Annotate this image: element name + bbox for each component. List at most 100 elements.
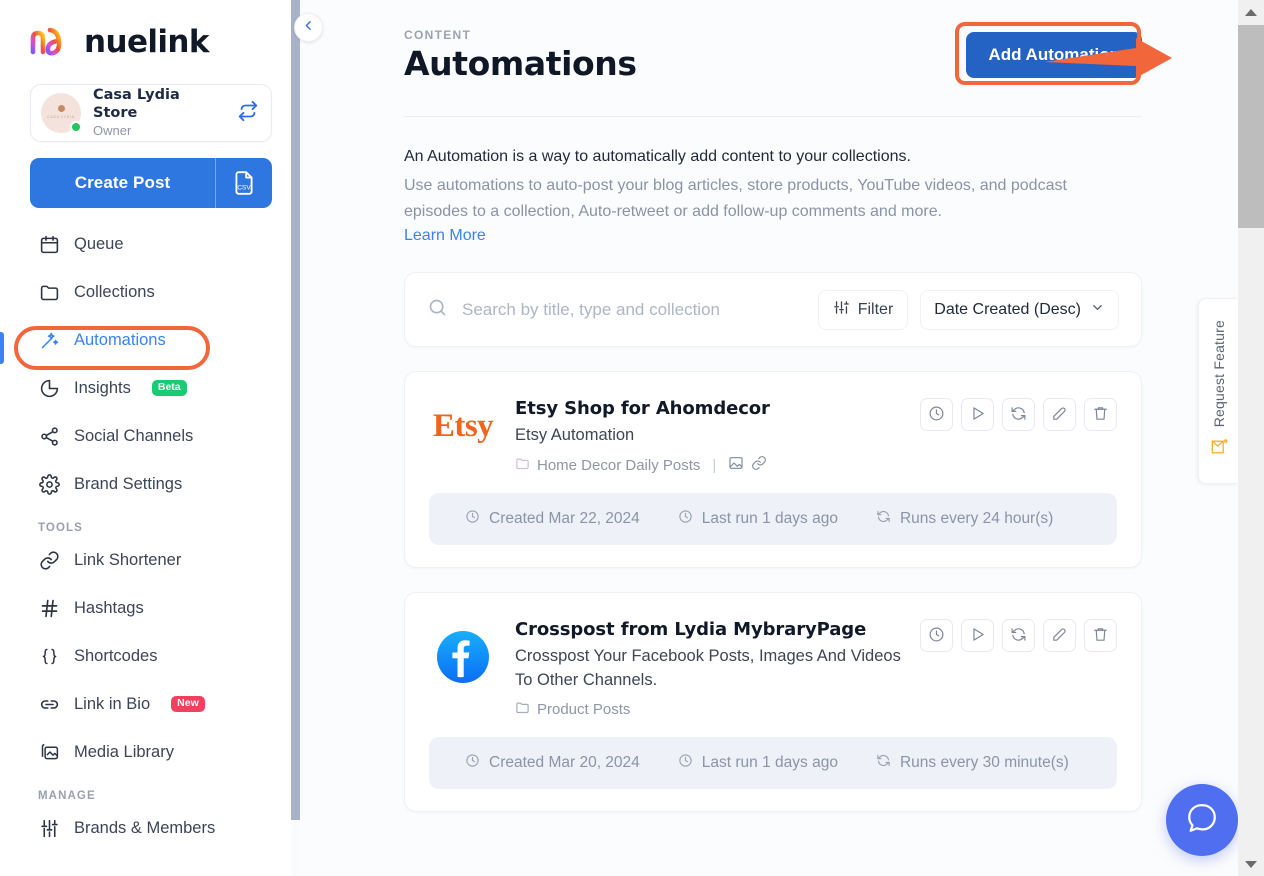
sidebar-item-label: Insights <box>74 378 131 397</box>
automation-card-top: Crosspost from Lydia MybraryPage Crosspo… <box>429 615 1117 719</box>
delete-trash-icon-button[interactable] <box>1084 619 1117 653</box>
sidebar-item-queue[interactable]: Queue <box>26 222 276 266</box>
window-scrollbar[interactable] <box>1238 0 1264 876</box>
clock-icon <box>465 509 480 529</box>
create-post-button[interactable]: Create Post CSV <box>30 158 272 208</box>
scroll-down-button[interactable] <box>1238 852 1264 876</box>
run-play-icon-button[interactable] <box>961 398 994 432</box>
search-field-group <box>427 297 818 323</box>
megaphone-send-icon <box>1209 437 1229 462</box>
chain-link-icon <box>38 693 60 715</box>
search-input[interactable] <box>462 299 818 320</box>
sidebar-item-brand-settings[interactable]: Brand Settings <box>26 462 276 506</box>
switch-accounts-icon[interactable] <box>237 100 259 127</box>
sidebar-item-label: Shortcodes <box>74 646 158 665</box>
sidebar-item-label: Media Library <box>74 742 174 761</box>
sidebar-section-tools: TOOLS <box>38 522 83 534</box>
automation-last-run: Last run 1 days ago <box>678 509 838 529</box>
chevron-left-icon <box>302 19 315 37</box>
sidebar-item-label: Queue <box>74 234 124 253</box>
sidebar-item-shortcodes[interactable]: Shortcodes <box>26 634 276 678</box>
help-chat-button[interactable] <box>1166 784 1238 856</box>
sidebar-item-hashtags[interactable]: Hashtags <box>26 586 276 630</box>
sync-refresh-icon-button[interactable] <box>1002 619 1035 653</box>
avatar: CASA LYDIA <box>41 93 82 133</box>
delete-trash-icon <box>1092 405 1109 425</box>
automation-created-text: Created Mar 22, 2024 <box>489 510 640 528</box>
automation-card-body: Etsy Shop for Ahomdecor Etsy Automation … <box>515 394 902 475</box>
online-status-dot <box>70 121 82 133</box>
sync-refresh-icon <box>876 509 891 529</box>
automation-subtitle: Etsy Automation <box>515 426 635 445</box>
sidebar-item-label: Hashtags <box>74 598 144 617</box>
history-clock-icon-button[interactable] <box>920 398 953 432</box>
sort-dropdown[interactable]: Date Created (Desc) <box>920 289 1119 330</box>
automation-actions <box>920 615 1117 719</box>
app-logo[interactable]: nuelink <box>0 0 300 62</box>
divider-pipe: | <box>712 456 717 474</box>
chevron-down-icon <box>1245 860 1257 868</box>
sidebar-item-social-channels[interactable]: Social Channels <box>26 414 276 458</box>
nuelink-mark-icon <box>28 22 74 62</box>
sliders-icon <box>38 817 60 839</box>
window-scrollbar-thumb[interactable] <box>1238 25 1264 228</box>
hashtag-icon <box>38 597 60 619</box>
filter-label: Filter <box>857 300 894 318</box>
sidebar-item-collections[interactable]: Collections <box>26 270 276 314</box>
sidebar-scrollbar[interactable] <box>291 0 300 876</box>
scroll-up-button[interactable] <box>1238 0 1264 24</box>
sidebar-item-insights[interactable]: Insights Beta <box>26 366 276 410</box>
automation-meta-bar: Created Mar 22, 2024 Last run 1 days ago… <box>429 493 1117 546</box>
sidebar-item-brands-members[interactable]: Brands & Members <box>26 806 276 850</box>
automation-created-text: Created Mar 20, 2024 <box>489 754 640 772</box>
sidebar-item-automations[interactable]: Automations <box>26 318 276 362</box>
app-root: nuelink CASA LYDIA Casa Lydia Store Owne… <box>0 0 1264 876</box>
request-feature-label: Request Feature <box>1210 319 1227 428</box>
edit-pencil-icon <box>1051 405 1068 425</box>
sidebar-item-link-shortener[interactable]: Link Shortener <box>26 538 276 582</box>
sidebar-item-link-in-bio[interactable]: Link in Bio New <box>26 682 276 726</box>
request-feature-tab[interactable]: Request Feature <box>1198 298 1238 484</box>
brand-name: Casa Lydia Store <box>93 86 180 122</box>
filter-button[interactable]: Filter <box>817 289 909 330</box>
sync-refresh-icon <box>1010 626 1027 646</box>
link-icon[interactable] <box>751 455 767 475</box>
run-play-icon <box>969 626 986 646</box>
image-icon[interactable] <box>728 455 744 475</box>
clock-icon <box>465 753 480 773</box>
sidebar-scrollbar-thumb[interactable] <box>291 0 300 820</box>
sidebar-item-label: Brand Settings <box>74 474 183 493</box>
run-play-icon-button[interactable] <box>961 619 994 653</box>
delete-trash-icon-button[interactable] <box>1084 398 1117 432</box>
history-clock-icon-button[interactable] <box>920 619 953 653</box>
automation-meta-bar: Created Mar 20, 2024 Last run 1 days ago… <box>429 737 1117 790</box>
automation-card-top: Etsy Etsy Shop for Ahomdecor Etsy Automa… <box>429 394 1117 475</box>
learn-more-link[interactable]: Learn More <box>404 227 1142 245</box>
automation-card[interactable]: Etsy Etsy Shop for Ahomdecor Etsy Automa… <box>404 371 1142 569</box>
sidebar-item-label: Social Channels <box>74 426 194 445</box>
facebook-logo <box>429 615 497 719</box>
automation-collection-name: Home Decor Daily Posts <box>537 456 701 474</box>
run-play-icon <box>969 405 986 425</box>
svg-text:CSV: CSV <box>237 185 251 192</box>
collapse-sidebar-button[interactable] <box>294 13 323 42</box>
edit-pencil-icon-button[interactable] <box>1043 398 1076 432</box>
folder-icon <box>38 281 60 303</box>
brand-meta: Casa Lydia Store Owner <box>93 86 225 140</box>
gear-icon <box>38 473 60 495</box>
automation-frequency-text: Runs every 24 hour(s) <box>899 510 1054 528</box>
sidebar-item-label: Link Shortener <box>74 550 182 569</box>
etsy-logo: Etsy <box>429 394 497 475</box>
automation-card[interactable]: Crosspost from Lydia MybraryPage Crosspo… <box>404 592 1142 813</box>
csv-file-icon[interactable]: CSV <box>216 158 272 208</box>
automation-created: Created Mar 22, 2024 <box>465 509 640 529</box>
sync-refresh-icon <box>1010 405 1027 425</box>
sidebar-item-media-library[interactable]: Media Library <box>26 730 276 774</box>
edit-pencil-icon-button[interactable] <box>1043 619 1076 653</box>
create-post-label: Create Post <box>74 173 171 192</box>
sync-refresh-icon-button[interactable] <box>1002 398 1035 432</box>
description-block: An Automation is a way to automatically … <box>300 117 1264 245</box>
sidebar-nav: Queue Collections Automations Insights B… <box>0 222 300 850</box>
link-icon <box>38 549 60 571</box>
brand-switcher-card[interactable]: CASA LYDIA Casa Lydia Store Owner <box>30 84 272 142</box>
